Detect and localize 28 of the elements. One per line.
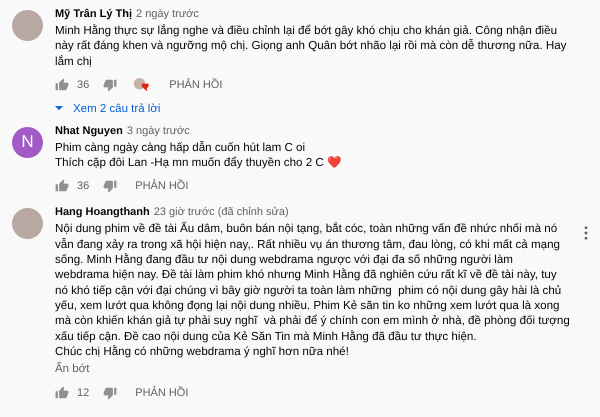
like-count: 36 — [77, 180, 90, 192]
comment-text: Minh Hằng thực sự lắng nghe và điều chỉnh lại để bớt gây khó chịu cho khán giả. Công nhận điều này rất đáng khen và ngưỡng mộ chị. Giọng anh Quân bớt nhão lại rồi mà còn dễ thương nữa. Hay lắm chị — [55, 23, 568, 69]
thumbs-up-icon[interactable] — [55, 386, 69, 400]
view-replies-button[interactable]: Xem 2 câu trả lời — [55, 100, 160, 117]
avatar-photo-placeholder[interactable] — [12, 208, 43, 240]
comment-time[interactable]: 3 ngày trước — [126, 124, 190, 137]
author-name[interactable]: Nhat Nguyen — [55, 124, 123, 137]
comment-text: Nội dung phim về đề tài Ấu dâm, buôn bán nội tạng, bắt cóc, toàn những vấn đề nhức nhối mà nó vẫn đang xảy ra trong xã hội hiện nay,. Rất nhiều vụ án thương tâm, đau lòng, có khi mất cả mạng sống. Minh Hằng đang đầu tư nội dung webdrama ngược với đại đa số những người làm webdrama hiện nay. Đề tài làm phim khó nhưng Minh Hằng đã nghiên cứu rất kĩ về đề tài này, tuy nó khó tiếp cận với đại chúng vì bây giờ người ta toàn làm những phim có nội dung gây hài là chủ yếu, xem lướt qua không đọng lại nội dung nhiều. Phim Kẻ săn tin ko những xem lướt qua là xong mà còn khiến khán giả tự phải suy nghĩ và phải để ý chính con em mình ở nhà, đề phòng đối tượng xấu tiếp cận. Đề cao nội dung của Kẻ Săn Tin mà Minh Hằng đã đầu tư thực hiện. Chúc chị Hằng có những webdrama ý nghĩ hơn nữa nhé! — [55, 221, 570, 360]
reply-button[interactable]: PHẢN HỒI — [129, 383, 194, 404]
author-name[interactable]: Mỹ Trân Lý Thị — [55, 8, 132, 20]
comment-time[interactable]: 2 ngày trước — [136, 8, 199, 20]
author-name[interactable]: Hang Hoangthanh — [55, 206, 150, 218]
thumbs-down-icon[interactable] — [103, 78, 118, 92]
thumbs-up-icon[interactable] — [55, 179, 69, 194]
avatar-photo-placeholder[interactable] — [12, 10, 43, 41]
thumbs-down-icon[interactable] — [103, 179, 118, 194]
reply-button[interactable]: PHẢN HỒI — [163, 74, 228, 95]
like-count: 36 — [77, 78, 90, 91]
thumbs-up-icon[interactable] — [55, 78, 69, 92]
show-less-link[interactable]: Ẩn bớt — [55, 363, 90, 376]
more-options-icon[interactable] — [584, 226, 588, 240]
like-count: 12 — [77, 387, 90, 400]
comment-text: Phim càng ngày càng hấp dẫn cuốn hút lam C oi Thích cặp đôi Lan -Hạ mn muốn đẩy thuyền cho 2 C ❤ — [55, 140, 342, 170]
thumbs-down-icon[interactable] — [103, 386, 118, 400]
reply-button[interactable]: PHẢN HỒI — [129, 176, 194, 196]
avatar[interactable]: N — [12, 126, 43, 158]
caret-icon — [55, 106, 63, 112]
comment-time[interactable]: 23 giờ trước (đã chỉnh sửa) — [154, 206, 289, 218]
